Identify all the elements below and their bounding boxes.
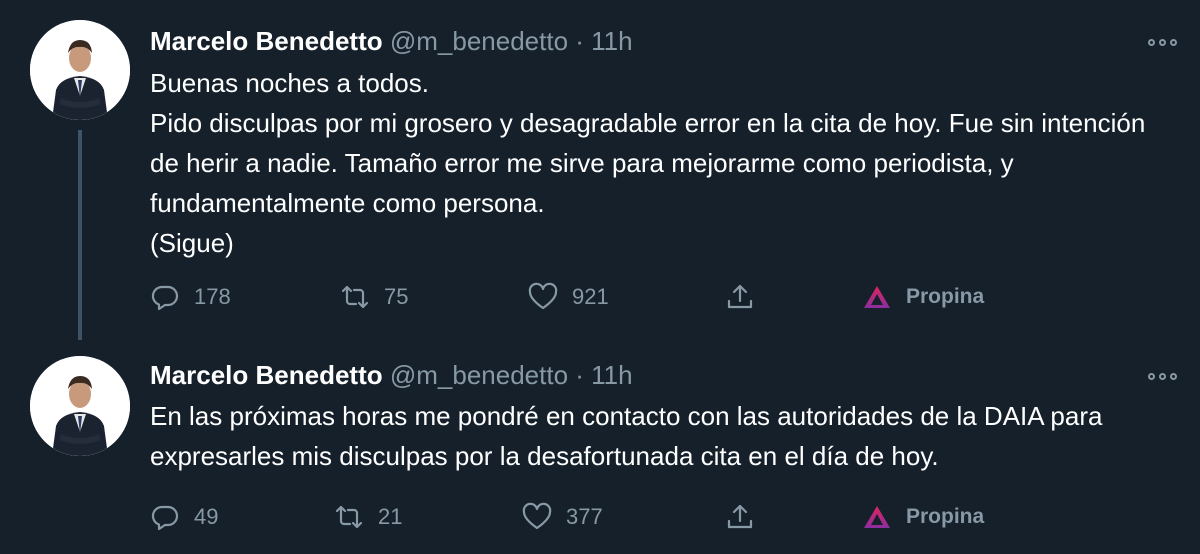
- like-button[interactable]: 377: [522, 497, 603, 537]
- share-button[interactable]: [725, 497, 755, 537]
- retweet-count: 21: [378, 504, 403, 529]
- retweet-button[interactable]: 21: [334, 497, 402, 537]
- tweet-time[interactable]: · 11h: [575, 26, 632, 56]
- reply-button[interactable]: 49: [150, 497, 218, 537]
- tweet-header: Marcelo Benedetto @m_benedetto · 11h: [150, 26, 633, 57]
- tweet-actions: 49 21 377 Propina: [150, 497, 1050, 537]
- like-button[interactable]: 921: [528, 277, 609, 317]
- tweet-header: Marcelo Benedetto @m_benedetto · 11h: [150, 360, 633, 391]
- reply-count: 178: [194, 284, 231, 309]
- tweet-actions: 178 75 921 Propina: [150, 277, 1050, 317]
- share-icon: [727, 284, 753, 309]
- reply-count: 49: [194, 504, 219, 529]
- avatar[interactable]: [30, 356, 130, 456]
- like-count: 921: [572, 284, 609, 309]
- share-button[interactable]: [725, 277, 755, 317]
- author-handle[interactable]: @m_benedetto: [390, 26, 568, 56]
- tip-label: Propina: [906, 285, 985, 308]
- author-name[interactable]: Marcelo Benedetto: [150, 26, 383, 56]
- like-count: 377: [566, 504, 603, 529]
- heart-icon: [522, 502, 552, 530]
- author-name[interactable]: Marcelo Benedetto: [150, 360, 383, 390]
- avatar[interactable]: [30, 20, 130, 120]
- reply-icon: [151, 505, 179, 531]
- tip-label: Propina: [906, 505, 985, 528]
- more-options-button[interactable]: [1144, 366, 1180, 386]
- more-icon: [1147, 372, 1155, 380]
- more-options-button[interactable]: [1144, 32, 1180, 52]
- retweet-button[interactable]: 75: [340, 277, 408, 317]
- tweet[interactable]: Marcelo Benedetto @m_benedetto · 11h Bue…: [0, 0, 1200, 340]
- tip-button[interactable]: Propina: [862, 497, 984, 537]
- thread-connector: [78, 130, 82, 340]
- reply-icon: [151, 285, 179, 311]
- tip-icon: [864, 506, 890, 528]
- tip-icon: [864, 286, 890, 308]
- heart-icon: [528, 282, 558, 310]
- author-handle[interactable]: @m_benedetto: [390, 360, 568, 390]
- retweet-icon: [335, 505, 363, 529]
- avatar-image: [30, 20, 130, 120]
- retweet-count: 75: [384, 284, 409, 309]
- avatar-image: [30, 356, 130, 456]
- reply-button[interactable]: 178: [150, 277, 231, 317]
- tweet-time[interactable]: · 11h: [575, 360, 632, 390]
- tweet-text: En las próximas horas me pondré en conta…: [150, 401, 1103, 471]
- tweet-text: Buenas noches a todos. Pido disculpas po…: [150, 68, 1146, 258]
- more-icon: [1147, 38, 1155, 46]
- retweet-icon: [341, 285, 369, 309]
- tweet[interactable]: Marcelo Benedetto @m_benedetto · 11h En …: [0, 340, 1200, 554]
- share-icon: [727, 504, 753, 529]
- tip-button[interactable]: Propina: [862, 277, 984, 317]
